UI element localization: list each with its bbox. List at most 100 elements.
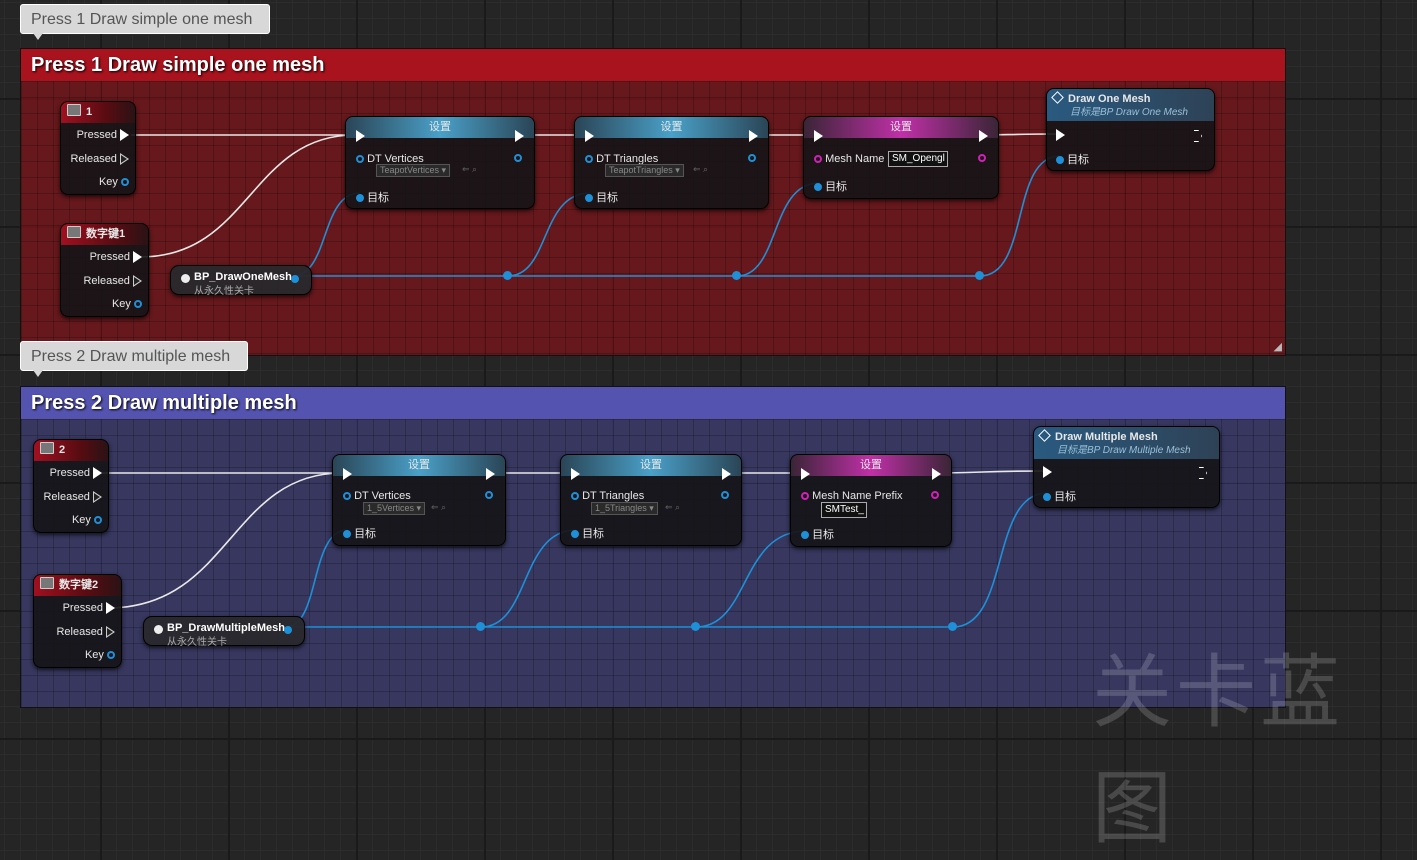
- exec-out-pin[interactable]: [979, 130, 988, 142]
- browse-icon[interactable]: ⇐ ⌕: [462, 164, 477, 175]
- set-node-triangles-2[interactable]: 设置 DT Triangles 1_5Triangles ▾ ⇐ ⌕ 目标: [560, 454, 742, 546]
- target-pin[interactable]: [814, 183, 822, 192]
- event-title: 数字键1: [61, 224, 148, 245]
- set-node-vertices-1[interactable]: 设置 DT Vertices TeapotVertices ▾ ⇐ ⌕ 目标: [345, 116, 535, 209]
- exec-out-pin[interactable]: [486, 468, 495, 480]
- key-event-node-numpad1[interactable]: 数字键1 Pressed Released Key: [60, 223, 149, 317]
- set-node-triangles-1[interactable]: 设置 DT Triangles TeapotTriangles ▾ ⇐ ⌕ 目标: [574, 116, 769, 209]
- keyboard-icon: [40, 577, 54, 589]
- browse-icon[interactable]: ⇐ ⌕: [665, 502, 680, 513]
- keyboard-icon: [67, 226, 81, 238]
- object-out-pin[interactable]: [291, 275, 299, 283]
- target-pin[interactable]: [1043, 493, 1051, 502]
- var-in-pin[interactable]: [571, 492, 579, 501]
- exec-out-pin[interactable]: [1194, 130, 1202, 142]
- browse-icon[interactable]: ⇐ ⌕: [693, 164, 708, 175]
- reroute-node[interactable]: [503, 271, 512, 280]
- target-pin[interactable]: [585, 194, 593, 203]
- key-pin[interactable]: [94, 516, 102, 525]
- exec-out-pin[interactable]: [932, 468, 941, 480]
- reroute-node[interactable]: [732, 271, 741, 280]
- set-title: 设置: [804, 117, 998, 138]
- comment-tab-1[interactable]: Press 1 Draw simple one mesh: [20, 4, 270, 40]
- exec-in-pin[interactable]: [571, 468, 580, 480]
- exec-out-pin[interactable]: [749, 130, 758, 142]
- function-title: Draw Multiple Mesh 目标是BP Draw Multiple Me…: [1034, 427, 1219, 459]
- key-event-node-numpad2[interactable]: 数字键2 Pressed Released Key: [33, 574, 122, 668]
- reroute-node[interactable]: [476, 622, 485, 631]
- set-title: 设置: [333, 455, 505, 476]
- mesh-name-field[interactable]: SM_Opengl: [888, 151, 948, 167]
- keyboard-icon: [40, 442, 54, 454]
- set-node-vertices-2[interactable]: 设置 DT Vertices 1_5Vertices ▾ ⇐ ⌕ 目标: [332, 454, 506, 546]
- key-pin[interactable]: [134, 300, 142, 309]
- string-in-pin[interactable]: [801, 492, 809, 501]
- var-in-pin[interactable]: [343, 492, 351, 501]
- target-pin[interactable]: [343, 530, 351, 539]
- exec-in-pin[interactable]: [343, 468, 352, 480]
- exec-out-pin[interactable]: [133, 275, 142, 288]
- exec-out-pin[interactable]: [120, 129, 129, 142]
- exec-out-pin[interactable]: [515, 130, 524, 142]
- exec-out-pin[interactable]: [722, 468, 731, 480]
- key-event-node-2[interactable]: 2 Pressed Released Key: [33, 439, 109, 533]
- var-out-pin[interactable]: [748, 154, 756, 162]
- exec-in-pin[interactable]: [814, 130, 823, 142]
- comment-tab-2[interactable]: Press 2 Draw multiple mesh: [20, 341, 248, 377]
- variable-node[interactable]: BP_DrawMultipleMesh 从永久性关卡: [143, 616, 305, 648]
- exec-in-pin[interactable]: [1043, 466, 1052, 478]
- object-pin-icon: [154, 625, 163, 634]
- exec-in-pin[interactable]: [356, 130, 365, 142]
- exec-in-pin[interactable]: [585, 130, 594, 142]
- set-title: 设置: [791, 455, 951, 476]
- var-out-pin[interactable]: [485, 491, 493, 499]
- exec-in-pin[interactable]: [801, 468, 810, 480]
- asset-dropdown[interactable]: 1_5Triangles ▾: [591, 502, 658, 515]
- exec-out-pin[interactable]: [133, 251, 142, 264]
- target-pin[interactable]: [801, 531, 809, 540]
- mesh-prefix-field[interactable]: SMTest_: [821, 502, 867, 518]
- event-title: 数字键2: [34, 575, 121, 596]
- reroute-node[interactable]: [691, 622, 700, 631]
- target-pin[interactable]: [1056, 156, 1064, 165]
- exec-out-pin[interactable]: [93, 467, 102, 480]
- asset-dropdown[interactable]: TeapotTriangles ▾: [605, 164, 684, 177]
- browse-icon[interactable]: ⇐ ⌕: [431, 502, 446, 513]
- exec-out-pin[interactable]: [106, 626, 115, 639]
- exec-out-pin[interactable]: [93, 491, 102, 504]
- key-pin[interactable]: [121, 178, 129, 187]
- exec-in-pin[interactable]: [1056, 129, 1065, 141]
- exec-out-pin[interactable]: [106, 602, 115, 615]
- comment-header-2: Press 2 Draw multiple mesh: [21, 387, 1285, 419]
- function-node-draw-one-mesh[interactable]: Draw One Mesh 目标是BP Draw One Mesh 目标: [1046, 88, 1215, 171]
- resize-handle-icon[interactable]: ◢: [1274, 340, 1282, 353]
- key-pin[interactable]: [107, 651, 115, 660]
- event-title: 2: [34, 440, 108, 461]
- function-node-draw-multiple-mesh[interactable]: Draw Multiple Mesh 目标是BP Draw Multiple Me…: [1033, 426, 1220, 508]
- set-title: 设置: [346, 117, 534, 138]
- set-node-meshname-1[interactable]: 设置 Mesh Name SM_Opengl 目标: [803, 116, 999, 199]
- string-in-pin[interactable]: [814, 155, 822, 164]
- var-out-pin[interactable]: [514, 154, 522, 162]
- set-title: 设置: [561, 455, 741, 476]
- target-pin[interactable]: [356, 194, 364, 203]
- set-title: 设置: [575, 117, 768, 138]
- asset-dropdown[interactable]: TeapotVertices ▾: [376, 164, 451, 177]
- set-node-meshname-2[interactable]: 设置 Mesh Name Prefix SMTest_ 目标: [790, 454, 952, 547]
- variable-node[interactable]: BP_DrawOneMesh 从永久性关卡: [170, 265, 312, 297]
- function-icon: [1038, 429, 1051, 442]
- event-title: 1: [61, 102, 135, 123]
- object-out-pin[interactable]: [284, 626, 292, 634]
- var-in-pin[interactable]: [356, 155, 364, 164]
- exec-out-pin[interactable]: [120, 153, 129, 166]
- target-pin[interactable]: [571, 530, 579, 539]
- var-out-pin[interactable]: [721, 491, 729, 499]
- var-in-pin[interactable]: [585, 155, 593, 164]
- key-event-node-1[interactable]: 1 Pressed Released Key: [60, 101, 136, 195]
- string-out-pin[interactable]: [931, 491, 939, 499]
- asset-dropdown[interactable]: 1_5Vertices ▾: [363, 502, 426, 515]
- reroute-node[interactable]: [975, 271, 984, 280]
- string-out-pin[interactable]: [978, 154, 986, 162]
- exec-out-pin[interactable]: [1199, 467, 1207, 479]
- reroute-node[interactable]: [948, 622, 957, 631]
